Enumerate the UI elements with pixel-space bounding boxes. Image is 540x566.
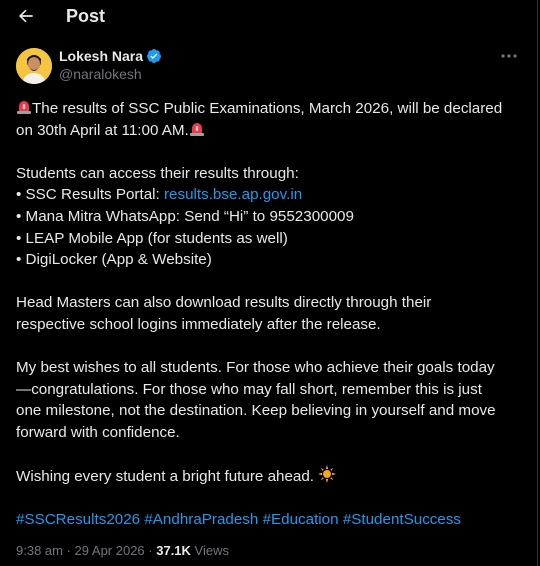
- author-display-name[interactable]: Lokesh Nara: [59, 47, 143, 65]
- announcement-text-2: on 30th April at 11:00 AM.: [16, 121, 189, 139]
- more-horizontal-icon: [501, 54, 517, 58]
- post-page: Post Lokesh Nara @naralokesh The results…: [0, 0, 538, 566]
- hashtags: #SSCResults2026 #AndhraPradesh #Educatio…: [16, 509, 526, 531]
- headmasters-line-1: Head Masters can also download results d…: [16, 294, 432, 312]
- siren-emoji-icon: [17, 101, 31, 114]
- headmasters-line-2: respective school logins immediately aft…: [16, 315, 381, 333]
- list-item: • LEAP Mobile App (for students as well): [16, 229, 288, 247]
- tweet-text: The results of SSC Public Examinations, …: [16, 98, 526, 531]
- avatar[interactable]: [16, 48, 52, 84]
- list-item: • Mana Mitra WhatsApp: Send “Hi” to 9552…: [16, 207, 354, 225]
- header: Post: [0, 0, 537, 32]
- list-item: • DigiLocker (App & Website): [16, 251, 212, 269]
- hashtag-link[interactable]: #StudentSuccess: [343, 511, 461, 528]
- closing-text: Wishing every student a bright future ah…: [16, 468, 319, 486]
- author-row: Lokesh Nara @naralokesh: [16, 44, 523, 88]
- list-item: • SSC Results Portal: results.bse.ap.gov…: [16, 184, 526, 206]
- wishes-line-4: forward with confidence.: [16, 423, 180, 441]
- announcement-line-2: on 30th April at 11:00 AM.: [16, 120, 526, 142]
- post-time[interactable]: 9:38 am: [16, 543, 63, 558]
- meta-separator: ·: [62, 543, 75, 558]
- post-date[interactable]: 29 Apr 2026: [75, 543, 145, 558]
- results-portal-link[interactable]: results.bse.ap.gov.in: [164, 186, 302, 203]
- avatar-image: [16, 48, 52, 84]
- page-title: Post: [66, 5, 106, 26]
- views-label: Views: [190, 543, 229, 558]
- views-count: 37.1K: [156, 543, 191, 558]
- announcement-line-1: The results of SSC Public Examinations, …: [16, 98, 526, 120]
- post-meta: 9:38 am · 29 Apr 2026 · 37.1K Views: [16, 543, 229, 558]
- verified-badge-icon: [147, 49, 162, 63]
- siren-emoji-icon: [189, 122, 204, 136]
- author-names: Lokesh Nara @naralokesh: [59, 47, 162, 83]
- meta-separator: ·: [144, 543, 157, 558]
- more-options-button[interactable]: [499, 48, 519, 64]
- closing-line: Wishing every student a bright future ah…: [16, 465, 526, 488]
- sun-emoji-icon: [318, 465, 337, 484]
- hashtag-link[interactable]: #Education: [263, 511, 339, 528]
- hashtag-link[interactable]: #SSCResults2026: [16, 511, 140, 528]
- access-intro: Students can access their results throug…: [16, 164, 299, 182]
- arrow-left-icon: [18, 9, 33, 23]
- wishes-line-2: —congratulations. For those who may fall…: [16, 380, 482, 398]
- back-button[interactable]: [14, 4, 38, 28]
- hashtag-link[interactable]: #AndhraPradesh: [144, 511, 258, 528]
- wishes-line-3: one milestone, not the destination. Keep…: [16, 402, 496, 420]
- display-name-row: Lokesh Nara: [59, 47, 162, 65]
- author-handle[interactable]: @naralokesh: [59, 65, 162, 83]
- announcement-text-1: The results of SSC Public Examinations, …: [32, 100, 503, 117]
- wishes-line-1: My best wishes to all students. For thos…: [16, 359, 495, 377]
- list-item-text: • SSC Results Portal:: [16, 186, 164, 204]
